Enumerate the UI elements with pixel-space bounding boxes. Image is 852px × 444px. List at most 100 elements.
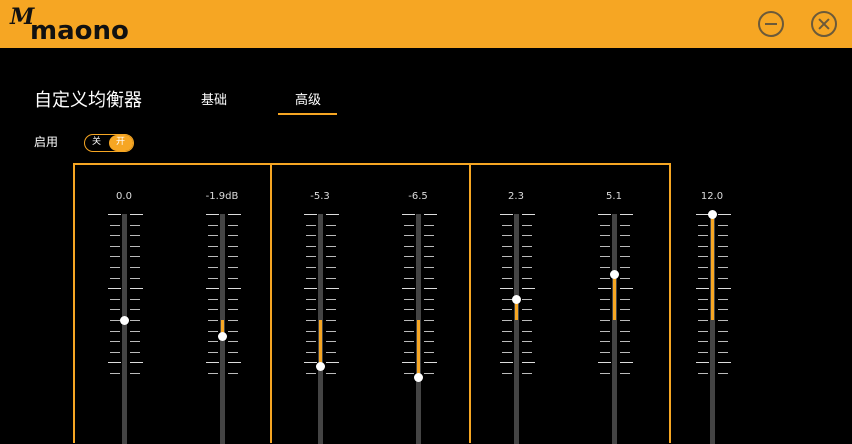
slider-tick [110,309,120,311]
slider-tick [404,256,414,258]
slider-tick [326,214,339,215]
slider-tick [130,288,143,290]
slider-tick [424,320,434,321]
slider-tick [696,362,709,364]
slider-tick [326,288,339,290]
slider-tick [620,320,630,321]
slider-tick [110,277,120,279]
slider-tick [620,373,630,374]
slider-tick [424,214,437,215]
slider-tick [208,330,218,332]
slider-tick [306,298,316,300]
slider-tick [326,362,339,364]
slider-tick [228,214,241,215]
slider-tick [228,351,238,353]
slider-tick [130,373,140,374]
eq-band-value: 12.0 [700,191,724,202]
slider-tick [598,362,611,364]
slider-tick [424,267,434,268]
slider-tick [130,277,140,279]
slider-tick [110,373,120,374]
slider-track[interactable] [612,214,617,444]
slider-tick [228,362,241,364]
slider-handle[interactable] [120,315,129,325]
slider-handle[interactable] [512,295,521,305]
slider-tick [718,309,728,311]
slider-tick [404,235,414,237]
enable-toggle[interactable]: 关 开 [84,134,134,152]
eq-band-2[interactable]: -1.9dB [192,190,252,444]
tab-basic[interactable]: 基础 [201,93,227,109]
slider-tick [404,320,414,321]
slider-tick [718,351,728,353]
slider-tick [208,245,218,247]
slider-tick [402,288,415,290]
eq-band-7[interactable]: 12.0 [682,190,742,444]
slider-tick [698,373,708,374]
slider-tick [698,277,708,279]
slider-tick [424,277,434,279]
slider-handle[interactable] [708,209,717,219]
slider-tick [306,373,316,374]
slider-handle[interactable] [218,332,227,342]
slider-tick [502,245,512,247]
slider-tick [600,224,610,226]
slider-tick [600,309,610,311]
slider-tick [306,320,316,321]
page-title: 自定义均衡器 [34,90,142,111]
slider-tick [698,235,708,237]
slider-tick [228,235,238,237]
slider-tick [424,330,434,332]
slider-tick [718,256,728,258]
slider-tick [718,224,728,226]
slider-tick [404,267,414,268]
slider-tick [110,320,120,321]
slider-tick [130,245,140,247]
slider-tick [130,351,140,353]
slider-tick [500,214,513,215]
slider-tick [620,298,630,300]
slider-tick [600,235,610,237]
slider-tick [326,330,336,332]
slider-tick [404,298,414,300]
eq-band-3[interactable]: -5.3 [290,190,350,444]
slider-track[interactable] [122,214,127,444]
slider-tick [424,373,434,374]
close-circle-icon[interactable] [811,11,837,37]
slider-tick [228,256,238,258]
slider-handle[interactable] [414,372,423,382]
eq-band-value: -1.9dB [205,191,239,202]
minimize-circle-icon[interactable] [758,11,784,37]
eq-band-4[interactable]: -6.5 [388,190,448,444]
tab-advanced[interactable]: 高级 [295,93,321,109]
slider-tick [402,362,415,364]
slider-tick [522,351,532,353]
slider-tick [110,330,120,332]
eq-band-6[interactable]: 5.1 [584,190,644,444]
slider-track[interactable] [514,214,519,444]
slider-tick [306,245,316,247]
slider-tick [326,277,336,279]
slider-tick [718,320,728,321]
slider-tick [326,235,336,237]
slider-tick [306,224,316,226]
slider-tick [600,341,610,343]
slider-tick [110,351,120,353]
slider-tick [698,341,708,343]
slider-tick [502,320,512,321]
slider-tick [620,224,630,226]
slider-fill [613,274,616,320]
slider-tick [718,288,731,290]
slider-tick [208,224,218,226]
slider-tick [306,235,316,237]
eq-band-5[interactable]: 2.3 [486,190,546,444]
slider-handle[interactable] [316,362,325,372]
slider-tick [600,351,610,353]
slider-tick [598,288,611,290]
slider-tick [228,309,238,311]
slider-tick [404,330,414,332]
slider-handle[interactable] [610,270,619,280]
slider-tick [424,256,434,258]
slider-tick [206,214,219,215]
eq-band-1[interactable]: 0.0 [94,190,154,444]
